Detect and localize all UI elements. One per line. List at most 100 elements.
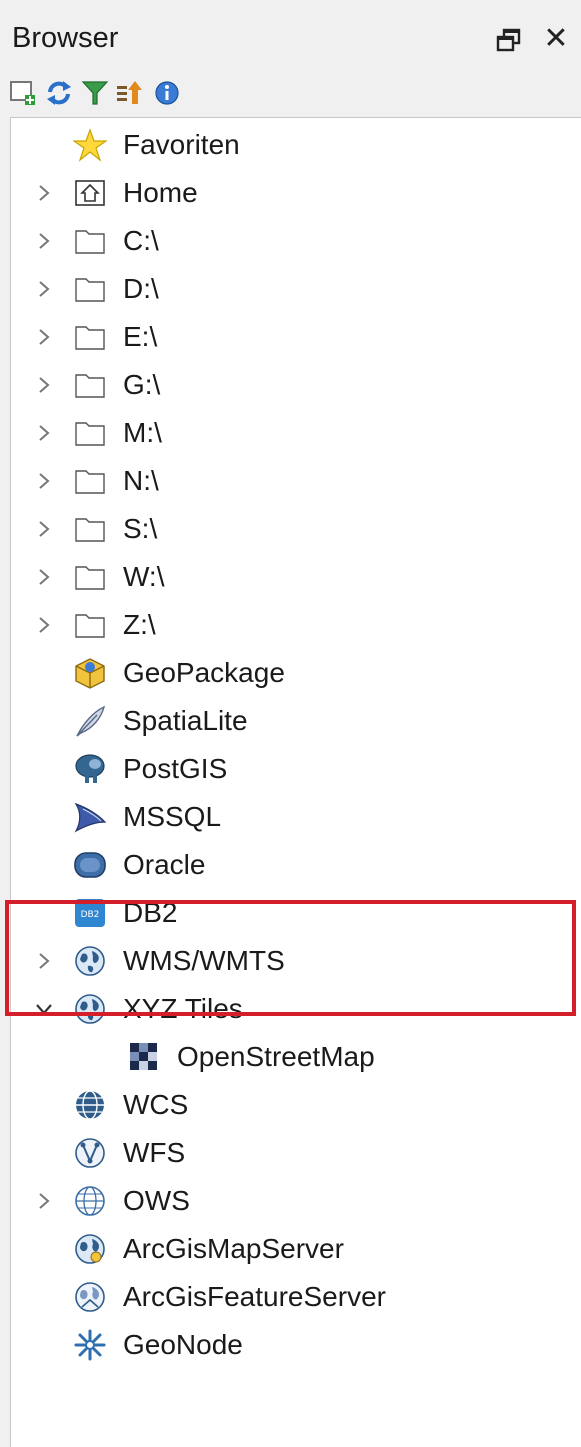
tree-item-label: PostGIS: [123, 753, 228, 784]
browser-panel: Browser ✕ Favoriten Home C:\ D:\ E:\ G:\…: [0, 0, 581, 1447]
chevron-down-icon[interactable]: [33, 998, 55, 1020]
ows-globe-icon: [73, 1184, 107, 1218]
chevron-right-icon[interactable]: [33, 950, 55, 972]
oracle-icon: [73, 848, 107, 882]
svg-text:DB2: DB2: [81, 910, 100, 920]
filter-icon[interactable]: [80, 78, 110, 108]
tree-item-wcs[interactable]: WCS: [11, 1082, 581, 1130]
tree-item-label: N:\: [123, 465, 159, 496]
panel-titlebar: Browser ✕: [0, 12, 581, 68]
chevron-right-icon[interactable]: [33, 614, 55, 636]
chevron-right-icon[interactable]: [33, 278, 55, 300]
chevron-right-icon[interactable]: [33, 470, 55, 492]
tree-item-geopackage[interactable]: GeoPackage: [11, 650, 581, 698]
tree-item-label: DB2: [123, 897, 178, 928]
tree-item-xyz-tiles[interactable]: XYZ Tiles: [11, 986, 581, 1034]
globe-icon: [73, 944, 107, 978]
refresh-icon[interactable]: [44, 78, 74, 108]
tree-item-postgis[interactable]: PostGIS: [11, 746, 581, 794]
chevron-right-icon[interactable]: [33, 566, 55, 588]
chevron-right-icon[interactable]: [33, 374, 55, 396]
feather-icon: [73, 704, 107, 738]
elephant-icon: [73, 752, 107, 786]
tree-item-drive-d[interactable]: D:\: [11, 266, 581, 314]
tree-item-drive-e[interactable]: E:\: [11, 314, 581, 362]
tree-item-label: OWS: [123, 1185, 190, 1216]
tree-item-label: E:\: [123, 321, 158, 352]
panel-title: Browser: [12, 22, 119, 54]
tree-item-wms-wmts[interactable]: WMS/WMTS: [11, 938, 581, 986]
db2-icon: DB2: [73, 896, 107, 930]
tree-item-label: G:\: [123, 369, 161, 400]
tree-item-favoriten[interactable]: Favoriten: [11, 122, 581, 170]
tree-item-label: GeoNode: [123, 1329, 243, 1360]
folder-icon: [73, 224, 107, 258]
geopackage-icon: [73, 656, 107, 690]
tree-item-label: Oracle: [123, 849, 206, 880]
add-layer-icon[interactable]: [8, 78, 38, 108]
tree-item-label: WMS/WMTS: [123, 945, 285, 976]
star-icon: [72, 128, 108, 162]
tree-item-label: Home: [123, 177, 198, 208]
tree-item-drive-c[interactable]: C:\: [11, 218, 581, 266]
tree-item-ows[interactable]: OWS: [11, 1178, 581, 1226]
tree-item-label: GeoPackage: [123, 657, 285, 688]
float-window-icon[interactable]: [495, 26, 523, 54]
geonode-icon: [73, 1328, 107, 1362]
chevron-right-icon[interactable]: [33, 422, 55, 444]
wcs-globe-icon: [73, 1088, 107, 1122]
chevron-right-icon[interactable]: [33, 230, 55, 252]
tree-item-label: SpatiaLite: [123, 705, 248, 736]
folder-icon: [73, 368, 107, 402]
tree-item-wfs[interactable]: WFS: [11, 1130, 581, 1178]
tree-item-spatialite[interactable]: SpatiaLite: [11, 698, 581, 746]
chevron-right-icon[interactable]: [33, 1190, 55, 1212]
tree-item-geonode[interactable]: GeoNode: [11, 1322, 581, 1370]
folder-icon: [73, 512, 107, 546]
folder-icon: [73, 416, 107, 450]
tree-item-openstreetmap[interactable]: OpenStreetMap: [11, 1034, 581, 1082]
mssql-icon: [73, 800, 107, 834]
folder-icon: [73, 320, 107, 354]
globe-icon: [73, 992, 107, 1026]
chevron-right-icon[interactable]: [33, 326, 55, 348]
tree-item-label: WFS: [123, 1137, 186, 1168]
arcgis-feature-globe-icon: [73, 1280, 107, 1314]
tree-item-label: C:\: [123, 225, 159, 256]
tree-item-drive-s[interactable]: S:\: [11, 506, 581, 554]
tree-item-arcgis-map-server[interactable]: ArcGisMapServer: [11, 1226, 581, 1274]
tree-item-drive-n[interactable]: N:\: [11, 458, 581, 506]
tree-item-label: Z:\: [123, 609, 156, 640]
tree-item-drive-g[interactable]: G:\: [11, 362, 581, 410]
browser-toolbar: [0, 70, 581, 116]
chevron-right-icon[interactable]: [33, 518, 55, 540]
home-folder-icon: [73, 176, 107, 210]
properties-icon[interactable]: [152, 78, 182, 108]
tree-item-label: XYZ Tiles: [123, 993, 243, 1024]
tree-item-arcgis-feature-server[interactable]: ArcGisFeatureServer: [11, 1274, 581, 1322]
wfs-globe-icon: [73, 1136, 107, 1170]
tree-item-drive-m[interactable]: M:\: [11, 410, 581, 458]
chevron-right-icon[interactable]: [33, 182, 55, 204]
folder-icon: [73, 560, 107, 594]
tree-item-drive-z[interactable]: Z:\: [11, 602, 581, 650]
tree-item-label: M:\: [123, 417, 162, 448]
tree-item-mssql[interactable]: MSSQL: [11, 794, 581, 842]
tree-item-label: MSSQL: [123, 801, 222, 832]
tree-item-label: S:\: [123, 513, 158, 544]
close-icon[interactable]: ✕: [541, 24, 571, 54]
tree-item-oracle[interactable]: Oracle: [11, 842, 581, 890]
arcgis-map-globe-icon: [73, 1232, 107, 1266]
tree-item-label: ArcGisMapServer: [123, 1233, 344, 1264]
tree-item-drive-w[interactable]: W:\: [11, 554, 581, 602]
tree-item-label: D:\: [123, 273, 159, 304]
folder-icon: [73, 464, 107, 498]
tree-item-label: Favoriten: [123, 129, 240, 160]
collapse-all-icon[interactable]: [114, 78, 144, 108]
tree-item-label: OpenStreetMap: [177, 1041, 375, 1072]
browser-tree[interactable]: Favoriten Home C:\ D:\ E:\ G:\ M:\ N:\ S…: [10, 117, 581, 1447]
folder-icon: [73, 608, 107, 642]
tree-item-db2[interactable]: DB2 DB2: [11, 890, 581, 938]
tree-item-label: WCS: [123, 1089, 189, 1120]
tree-item-home[interactable]: Home: [11, 170, 581, 218]
